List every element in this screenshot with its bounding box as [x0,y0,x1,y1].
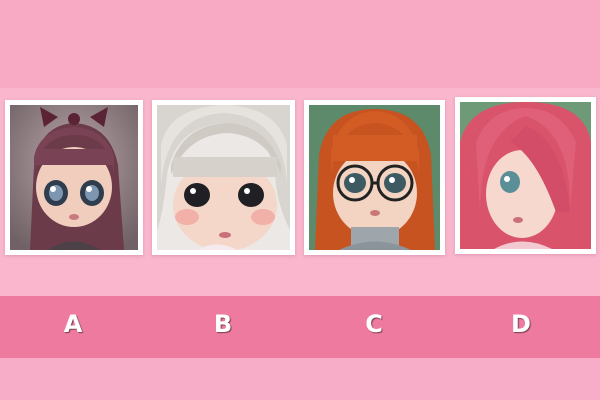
option-d-doll-image [460,102,591,249]
option-b-card[interactable] [152,100,295,255]
option-a-doll-image [10,105,138,250]
option-d-label: D [511,310,531,338]
background-top-band [0,0,600,88]
option-b-doll-image [157,105,290,250]
option-c-doll-image [309,105,440,250]
option-c-label: C [365,310,383,338]
background-foot-band [0,358,600,400]
option-c-card[interactable] [304,100,445,255]
option-b-label: B [213,310,233,338]
option-a-card[interactable] [5,100,143,255]
option-d-card[interactable] [455,97,596,254]
option-a-label: A [63,310,83,338]
